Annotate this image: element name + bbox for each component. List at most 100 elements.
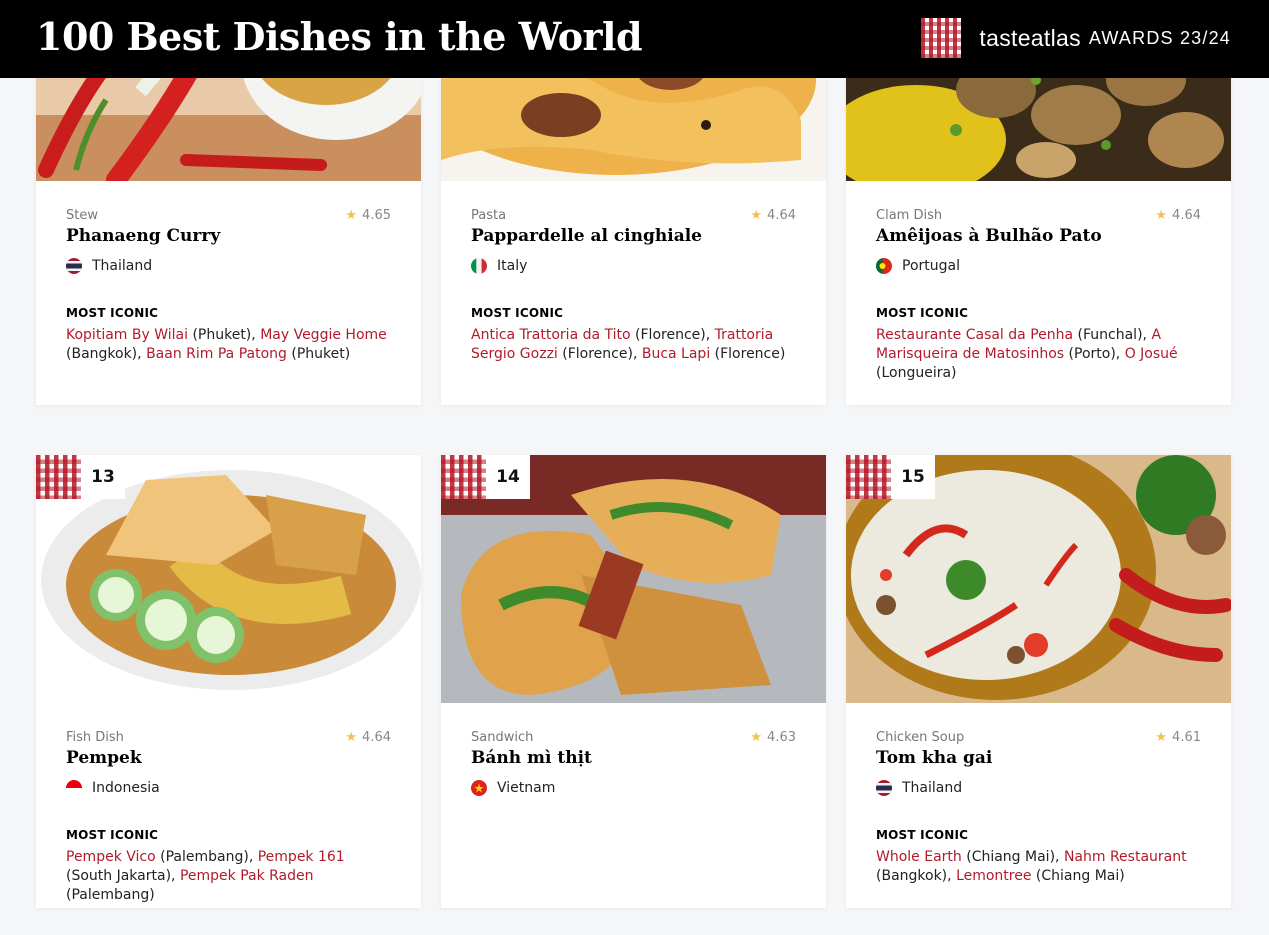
dish-country[interactable]: Italy [471,258,527,274]
dish-name[interactable]: Tom kha gai [876,748,992,768]
restaurant-city: (Phuket), [188,327,261,343]
restaurant-link[interactable]: Pempek Pak Raden [180,868,314,884]
checkered-rank-icon [846,455,891,499]
vietnam-flag-icon [471,780,487,796]
most-iconic-list: Pempek Vico (Palembang), Pempek 161 (Sou… [66,848,391,905]
most-iconic-label: MOST ICONIC [471,306,564,320]
dish-rating: ★ 4.63 [750,730,796,745]
dish-name[interactable]: Bánh mì thịt [471,748,592,768]
rank-number: 15 [891,455,935,499]
star-icon: ★ [750,208,763,223]
dish-rating: ★ 4.61 [1155,730,1201,745]
dish-category: Chicken Soup [876,730,965,745]
thailand-flag-icon [876,780,892,796]
star-icon: ★ [1155,730,1168,745]
dish-country[interactable]: Vietnam [471,780,555,796]
dish-category: Pasta [471,208,507,223]
awards-label: AWARDS 23/24 [1088,27,1231,48]
restaurant-city: (Florence), [557,346,642,362]
dish-category: Stew [66,208,98,223]
restaurant-city: (Longueira) [876,365,957,381]
restaurant-city: (Bangkok), [876,868,957,884]
rating-value: 4.65 [362,208,391,223]
italy-flag-icon [471,258,487,274]
rating-value: 4.64 [767,208,796,223]
dish-category: Fish Dish [66,730,124,745]
most-iconic-list: Kopitiam By Wilai (Phuket), May Veggie H… [66,326,391,364]
page-title: 100 Best Dishes in the World [36,14,643,59]
restaurant-link[interactable]: May Veggie Home [260,327,387,343]
dish-rating: ★ 4.64 [1155,208,1201,223]
most-iconic-list: Antica Trattoria da Tito (Florence), Tra… [471,326,796,364]
dish-card[interactable]: 13 Fish Dish ★ 4.64 Pempek Indonesia MOST… [36,455,421,908]
dish-name[interactable]: Amêijoas à Bulhão Pato [876,226,1102,246]
restaurant-link[interactable]: Kopitiam By Wilai [66,327,188,343]
dish-name[interactable]: Pempek [66,748,142,768]
dish-country[interactable]: Indonesia [66,780,160,796]
restaurant-link[interactable]: Pempek Vico [66,849,156,865]
rating-value: 4.64 [362,730,391,745]
restaurant-city: (Chiang Mai), [961,849,1064,865]
restaurant-city: (Florence) [710,346,786,362]
rating-value: 4.64 [1172,208,1201,223]
most-iconic-label: MOST ICONIC [876,828,969,842]
restaurant-link[interactable]: O Josué [1125,346,1178,362]
dish-name[interactable]: Phanaeng Curry [66,226,220,246]
most-iconic-label: MOST ICONIC [66,306,159,320]
rank-badge: 13 [36,455,125,499]
star-icon: ★ [345,208,358,223]
restaurant-city: (Funchal), [1073,327,1152,343]
country-name: Vietnam [497,780,556,796]
brand-name: tasteatlas [979,24,1081,51]
dish-card[interactable]: 15 Chicken Soup ★ 4.61 Tom kha gai Thaila… [846,455,1231,908]
restaurant-link[interactable]: Buca Lapi [642,346,710,362]
restaurant-link[interactable]: Antica Trattoria da Tito [471,327,631,343]
header-bar: 100 Best Dishes in the World tasteatlas … [0,0,1269,78]
checkered-rank-icon [441,455,486,499]
restaurant-link[interactable]: Whole Earth [876,849,962,865]
most-iconic-list: Restaurante Casal da Penha (Funchal), A … [876,326,1201,383]
star-icon: ★ [345,730,358,745]
dish-country[interactable]: Thailand [876,780,962,796]
indonesia-flag-icon [66,780,82,796]
country-name: Thailand [92,258,153,274]
rank-number: 14 [486,455,530,499]
dish-country[interactable]: Portugal [876,258,960,274]
rank-badge: 14 [441,455,530,499]
restaurant-link[interactable]: Baan Rim Pa Patong [146,346,287,362]
rating-value: 4.61 [1172,730,1201,745]
country-name: Italy [497,258,528,274]
country-name: Portugal [902,258,960,274]
dish-name[interactable]: Pappardelle al cinghiale [471,226,702,246]
checkered-logo-icon [921,18,962,58]
brand-logo[interactable]: tasteatlas AWARDS 23/24 [921,18,1231,58]
dish-rating: ★ 4.65 [345,208,391,223]
restaurant-link[interactable]: Restaurante Casal da Penha [876,327,1073,343]
country-name: Thailand [902,780,963,796]
restaurant-city: (Palembang), [155,849,258,865]
most-iconic-label: MOST ICONIC [876,306,969,320]
restaurant-link[interactable]: Lemontree [956,868,1031,884]
star-icon: ★ [1155,208,1168,223]
star-icon: ★ [750,730,763,745]
rating-value: 4.63 [767,730,796,745]
most-iconic-list: Whole Earth (Chiang Mai), Nahm Restauran… [876,848,1201,886]
dish-category: Sandwich [471,730,534,745]
restaurant-city: (Chiang Mai) [1031,868,1125,884]
checkered-rank-icon [36,455,81,499]
restaurant-link[interactable]: Pempek 161 [258,849,345,865]
most-iconic-label: MOST ICONIC [66,828,159,842]
dish-country[interactable]: Thailand [66,258,152,274]
restaurant-city: (South Jakarta), [66,868,180,884]
dish-rating: ★ 4.64 [345,730,391,745]
country-name: Indonesia [92,780,160,796]
dish-category: Clam Dish [876,208,943,223]
restaurant-city: (Bangkok), [66,346,147,362]
portugal-flag-icon [876,258,892,274]
dish-card[interactable]: 14 Sandwich ★ 4.63 Bánh mì thịt Vietnam [441,455,826,908]
dish-rating: ★ 4.64 [750,208,796,223]
rank-number: 13 [81,455,125,499]
restaurant-link[interactable]: Nahm Restaurant [1064,849,1187,865]
thailand-flag-icon [66,258,82,274]
rank-badge: 15 [846,455,935,499]
